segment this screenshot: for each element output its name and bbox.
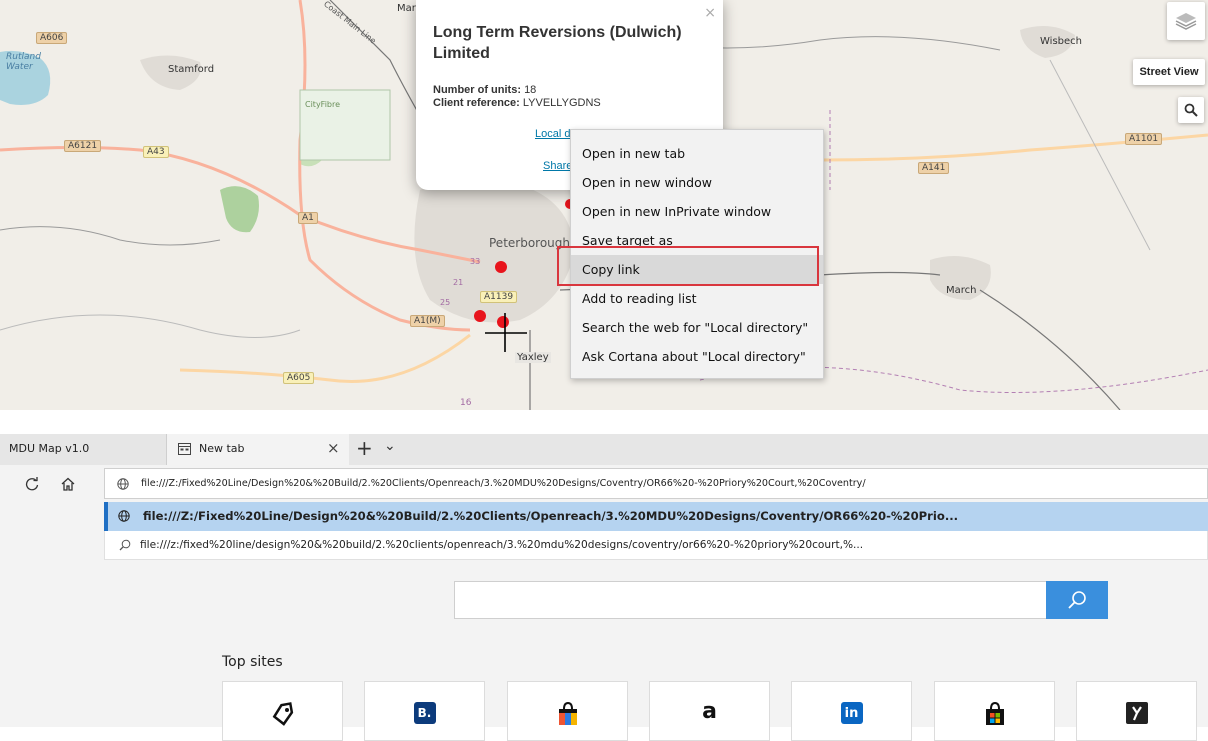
road-label: A43: [143, 146, 169, 158]
booking-icon: B.: [413, 702, 436, 724]
place-label: Wisbech: [1040, 36, 1082, 47]
tab-mdu-map[interactable]: MDU Map v1.0: [0, 434, 167, 465]
menu-item-add-reading-list[interactable]: Add to reading list: [571, 284, 823, 313]
road-label: A1(M): [410, 315, 445, 327]
new-tab-button[interactable]: +: [356, 436, 373, 460]
web-search-input[interactable]: [454, 581, 1108, 619]
map-search-button[interactable]: [1178, 97, 1204, 123]
linkedin-icon: in: [840, 702, 863, 724]
map-view[interactable]: A606 Rutland Water Stamford A6121 A43 A1…: [0, 0, 1208, 410]
top-site-tile[interactable]: B.: [364, 681, 485, 741]
search-icon: [119, 539, 131, 551]
tab-strip: MDU Map v1.0 New tab × + ⌄: [0, 434, 1208, 465]
suggestion-text: file:///z:/fixed%20line/design%20&%20bui…: [140, 539, 864, 551]
road-label: A6121: [64, 140, 102, 152]
road-label: A141: [918, 162, 950, 174]
top-site-tile[interactable]: a: [649, 681, 770, 741]
road-label: A606: [36, 32, 68, 44]
place-label: March: [946, 285, 977, 296]
place-label: 16: [460, 398, 472, 408]
suggestion-item[interactable]: file:///Z:/Fixed%20Line/Design%20&%20Bui…: [104, 502, 1208, 531]
copy-link-highlight: [557, 246, 819, 286]
home-button[interactable]: [55, 465, 81, 502]
globe-icon: [118, 510, 130, 522]
place-label: Mar: [397, 3, 416, 14]
separator: [0, 410, 1208, 434]
units-label: Number of units:: [433, 84, 521, 96]
address-input[interactable]: file:///Z:/Fixed%20Line/Design%20&%20Bui…: [104, 468, 1208, 499]
refresh-button[interactable]: [19, 465, 45, 502]
menu-item-search-web[interactable]: Search the web for "Local directory": [571, 313, 823, 342]
place-label: 21: [453, 278, 464, 287]
menu-item-open-inprivate[interactable]: Open in new InPrivate window: [571, 197, 823, 226]
globe-icon: [117, 478, 129, 490]
search-icon: [1068, 591, 1086, 609]
place-label: 33: [470, 257, 481, 266]
place-label: Stamford: [168, 64, 215, 75]
microsoft-store-icon: [985, 702, 1004, 725]
top-site-tile[interactable]: in: [791, 681, 912, 741]
popup-title: Long Term Reversions (Dulwich) Limited: [433, 24, 682, 62]
home-icon: [61, 477, 75, 491]
top-site-tile[interactable]: [507, 681, 628, 741]
tab-list-button[interactable]: ⌄: [384, 438, 396, 454]
left-pane: [0, 502, 104, 560]
share-link[interactable]: Share: [543, 160, 572, 172]
address-bar-row: file:///Z:/Fixed%20Line/Design%20&%20Bui…: [0, 465, 1208, 502]
popup-units-row: Number of units: 18: [433, 84, 536, 96]
tab-label: New tab: [199, 442, 245, 455]
layers-button[interactable]: [1167, 2, 1205, 40]
street-view-button[interactable]: Street View: [1133, 59, 1205, 85]
road-label: A1: [298, 212, 318, 224]
refresh-icon: [25, 476, 39, 490]
suggestion-item[interactable]: file:///z:/fixed%20line/design%20&%20bui…: [104, 531, 1208, 560]
top-site-tile[interactable]: [1076, 681, 1197, 741]
place-label: CityFibre: [305, 100, 341, 109]
top-sites-heading: Top sites: [222, 654, 283, 670]
top-site-tile[interactable]: [934, 681, 1055, 741]
popup-close-icon[interactable]: ×: [704, 5, 716, 21]
tab-close-icon[interactable]: ×: [327, 439, 340, 457]
road-label: A1139: [480, 291, 518, 303]
web-search-button[interactable]: [1046, 581, 1108, 619]
amazon-icon: a: [702, 699, 717, 724]
shopping-bag-icon: [558, 702, 577, 725]
place-label: Yaxley: [515, 352, 551, 363]
tab-label: MDU Map v1.0: [9, 442, 90, 455]
road-label: A1101: [1125, 133, 1163, 145]
new-tab-icon: [178, 443, 191, 455]
place-label: Rutland Water: [6, 52, 41, 72]
client-ref-value: LYVELLYGDNS: [522, 97, 601, 109]
popup-client-ref-row: Client reference: LYVELLYGDNS: [433, 97, 601, 109]
app-icon: [1125, 702, 1148, 724]
local-directory-link[interactable]: Local d: [535, 128, 570, 140]
menu-item-open-new-tab[interactable]: Open in new tab: [571, 139, 823, 168]
menu-item-open-new-window[interactable]: Open in new window: [571, 168, 823, 197]
address-value: file:///Z:/Fixed%20Line/Design%20&%20Bui…: [141, 478, 866, 489]
search-icon: [1184, 103, 1198, 117]
place-label: 25: [440, 298, 451, 307]
layers-icon: [1175, 13, 1197, 30]
units-value: 18: [524, 84, 537, 96]
suggestion-text: file:///Z:/Fixed%20Line/Design%20&%20Bui…: [143, 509, 959, 523]
menu-item-ask-cortana[interactable]: Ask Cortana about "Local directory": [571, 342, 823, 371]
road-label: A605: [283, 372, 315, 384]
top-site-tile[interactable]: [222, 681, 343, 741]
tab-new-tab[interactable]: New tab ×: [167, 434, 349, 465]
tag-icon: [272, 702, 293, 726]
client-ref-label: Client reference:: [433, 97, 520, 109]
